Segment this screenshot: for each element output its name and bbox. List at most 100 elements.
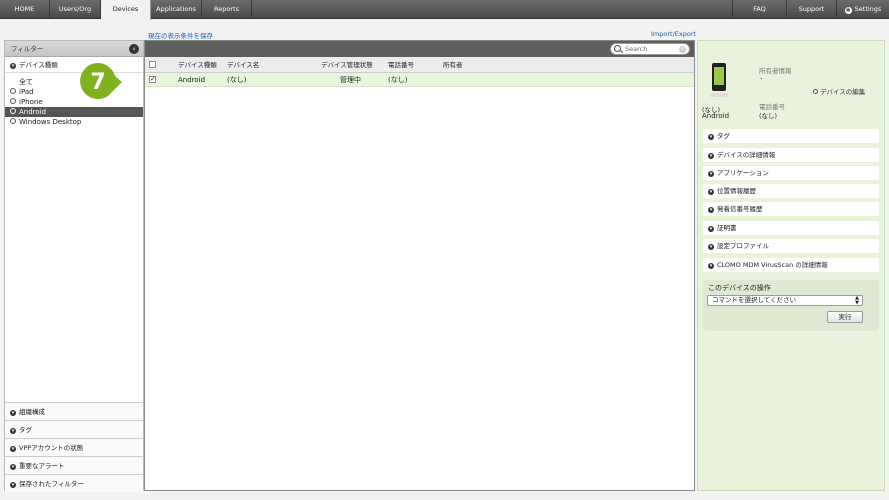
col-management-status[interactable]: デバイス管理状態 bbox=[321, 57, 373, 73]
filter-section-label: 保存されたフィルター bbox=[19, 480, 84, 488]
detail-device-type: Android bbox=[702, 112, 730, 120]
filter-item-windows-desktop[interactable]: Windows Desktop bbox=[5, 117, 143, 127]
section-config-profiles[interactable]: ▾ 設定プロファイル bbox=[703, 239, 879, 253]
faq-link[interactable]: FAQ bbox=[732, 0, 786, 19]
section-call-history[interactable]: ▾ 発着信番号履歴 bbox=[703, 202, 879, 216]
radio-icon bbox=[10, 118, 16, 124]
section-label: 設定プロファイル bbox=[717, 242, 769, 250]
select-all-checkbox[interactable] bbox=[149, 61, 156, 68]
tab-home[interactable]: HOME bbox=[0, 0, 50, 19]
gear-icon: ✱ bbox=[844, 7, 852, 14]
filter-section-label: 組織構成 bbox=[19, 408, 45, 416]
section-label: 証明書 bbox=[717, 224, 737, 232]
device-table: Search × デバイス種類 デバイス名 デバイス管理状態 電話番号 所有者 … bbox=[144, 40, 695, 491]
import-export-link[interactable]: Import/Export bbox=[651, 30, 696, 38]
chevron-down-icon: ▾ bbox=[708, 263, 714, 269]
phone-value: (なし) bbox=[759, 112, 778, 120]
section-label: CLOMO MDM VirusScan の詳細情報 bbox=[717, 261, 828, 269]
table-toolbar: Search × bbox=[145, 41, 694, 57]
filter-header: フィルター ‹ bbox=[5, 41, 143, 57]
filter-saved-filters[interactable]: ▾ 保存されたフィルター bbox=[5, 474, 143, 492]
filter-section-label: VPPアカウントの状態 bbox=[19, 444, 84, 452]
chevron-down-icon: ▾ bbox=[10, 464, 16, 470]
save-filter-link[interactable]: 現在の表示条件を保存 bbox=[148, 30, 213, 40]
tab-devices[interactable]: Devices bbox=[101, 0, 151, 20]
filter-section-label: 重要なアラート bbox=[19, 462, 65, 470]
section-label: 発着信番号履歴 bbox=[717, 205, 763, 213]
settings-label: Settings bbox=[854, 5, 882, 13]
operations-title: このデバイスの操作 bbox=[708, 284, 771, 292]
device-type-label: デバイス種類 bbox=[19, 61, 58, 69]
chevron-down-icon: ▾ bbox=[708, 134, 714, 140]
tab-reports[interactable]: Reports bbox=[202, 0, 252, 19]
app-window: HOME Users/Org Devices Applications Repo… bbox=[0, 0, 889, 500]
edit-icon bbox=[813, 89, 818, 94]
tab-users-org[interactable]: Users/Org bbox=[50, 0, 101, 19]
chevron-down-icon: ▾ bbox=[708, 244, 714, 250]
android-phone-icon bbox=[712, 63, 726, 91]
radio-icon bbox=[10, 108, 16, 114]
cell-phone-number: (なし) bbox=[388, 76, 408, 84]
select-arrows-icon: ▲ ▼ bbox=[855, 295, 859, 306]
tab-applications[interactable]: Applications bbox=[151, 0, 202, 19]
chevron-down-icon: ▾ bbox=[708, 153, 714, 159]
owner-value: - bbox=[760, 74, 763, 82]
filter-sidebar: フィルター ‹ ▾ デバイス種類 全て iPad iPhone Android W… bbox=[4, 40, 144, 492]
filter-item-label: iPhone bbox=[19, 98, 43, 106]
filter-item-android[interactable]: Android bbox=[5, 107, 143, 117]
search-input[interactable]: Search × bbox=[610, 43, 690, 55]
radio-icon bbox=[10, 98, 16, 104]
section-certificates[interactable]: ▾ 証明書 bbox=[703, 221, 879, 235]
support-link[interactable]: Support bbox=[786, 0, 836, 19]
chevron-down-icon: ▾ bbox=[10, 428, 16, 434]
section-location-history[interactable]: ▾ 位置情報履歴 bbox=[703, 184, 879, 198]
filter-item-label: Windows Desktop bbox=[19, 118, 82, 126]
chevron-down-icon: ▾ bbox=[708, 226, 714, 232]
chevron-down-icon: ▾ bbox=[10, 410, 16, 416]
search-icon bbox=[614, 45, 621, 52]
edit-device-link[interactable]: デバイスの編集 bbox=[813, 86, 865, 96]
run-button[interactable]: 実行 bbox=[827, 311, 863, 323]
cell-device-name: (なし) bbox=[227, 76, 247, 84]
section-virusscan[interactable]: ▾ CLOMO MDM VirusScan の詳細情報 bbox=[703, 258, 879, 272]
owner-label: 所有者情報 bbox=[759, 67, 792, 75]
col-phone-number[interactable]: 電話番号 bbox=[388, 57, 414, 73]
command-select[interactable]: コマンドを選択してください ▲ ▼ bbox=[707, 295, 863, 306]
chevron-down-icon: ▾ bbox=[10, 63, 16, 69]
col-device-name[interactable]: デバイス名 bbox=[227, 57, 259, 73]
col-device-type[interactable]: デバイス種類 bbox=[178, 57, 217, 73]
chevron-down-icon: ▾ bbox=[10, 482, 16, 488]
filter-tags[interactable]: ▾ タグ bbox=[5, 420, 143, 438]
step-callout: 7 bbox=[80, 62, 122, 99]
chevron-down-icon: ▾ bbox=[708, 189, 714, 195]
chevron-down-icon: ▾ bbox=[708, 171, 714, 177]
edit-device-label: デバイスの編集 bbox=[820, 88, 866, 96]
filter-important-alerts[interactable]: ▾ 重要なアラート bbox=[5, 456, 143, 474]
chevron-down-icon: ▾ bbox=[10, 446, 16, 452]
clear-icon[interactable]: × bbox=[679, 45, 686, 53]
settings-link[interactable]: ✱ Settings bbox=[836, 0, 889, 19]
search-placeholder: Search bbox=[625, 45, 648, 53]
col-owner[interactable]: 所有者 bbox=[443, 57, 463, 73]
collapse-icon[interactable]: ‹ bbox=[129, 44, 139, 54]
table-row[interactable]: Android (なし) 管理中 (なし) bbox=[145, 73, 694, 87]
filter-vpp-status[interactable]: ▾ VPPアカウントの状態 bbox=[5, 438, 143, 456]
top-nav: HOME Users/Org Devices Applications Repo… bbox=[0, 0, 889, 20]
chevron-down-icon: ▾ bbox=[708, 207, 714, 213]
phone-shadow bbox=[710, 93, 728, 97]
filter-item-label: iPad bbox=[19, 88, 34, 96]
filter-section-label: タグ bbox=[19, 426, 32, 434]
section-tags[interactable]: ▾ タグ bbox=[703, 129, 879, 143]
section-label: アプリケーション bbox=[717, 169, 769, 177]
device-operations: このデバイスの操作 コマンドを選択してください ▲ ▼ 実行 bbox=[703, 280, 879, 331]
section-device-details[interactable]: ▾ デバイスの詳細情報 bbox=[703, 148, 879, 162]
section-applications[interactable]: ▾ アプリケーション bbox=[703, 166, 879, 180]
row-checkbox[interactable] bbox=[149, 75, 156, 83]
section-label: タグ bbox=[717, 132, 730, 140]
filter-title: フィルター bbox=[11, 45, 44, 53]
cell-device-type: Android bbox=[178, 76, 206, 84]
table-header: デバイス種類 デバイス名 デバイス管理状態 電話番号 所有者 bbox=[145, 57, 694, 73]
cell-management-status: 管理中 bbox=[340, 76, 361, 84]
filter-org-structure[interactable]: ▾ 組織構成 bbox=[5, 402, 143, 420]
radio-icon bbox=[10, 88, 16, 94]
